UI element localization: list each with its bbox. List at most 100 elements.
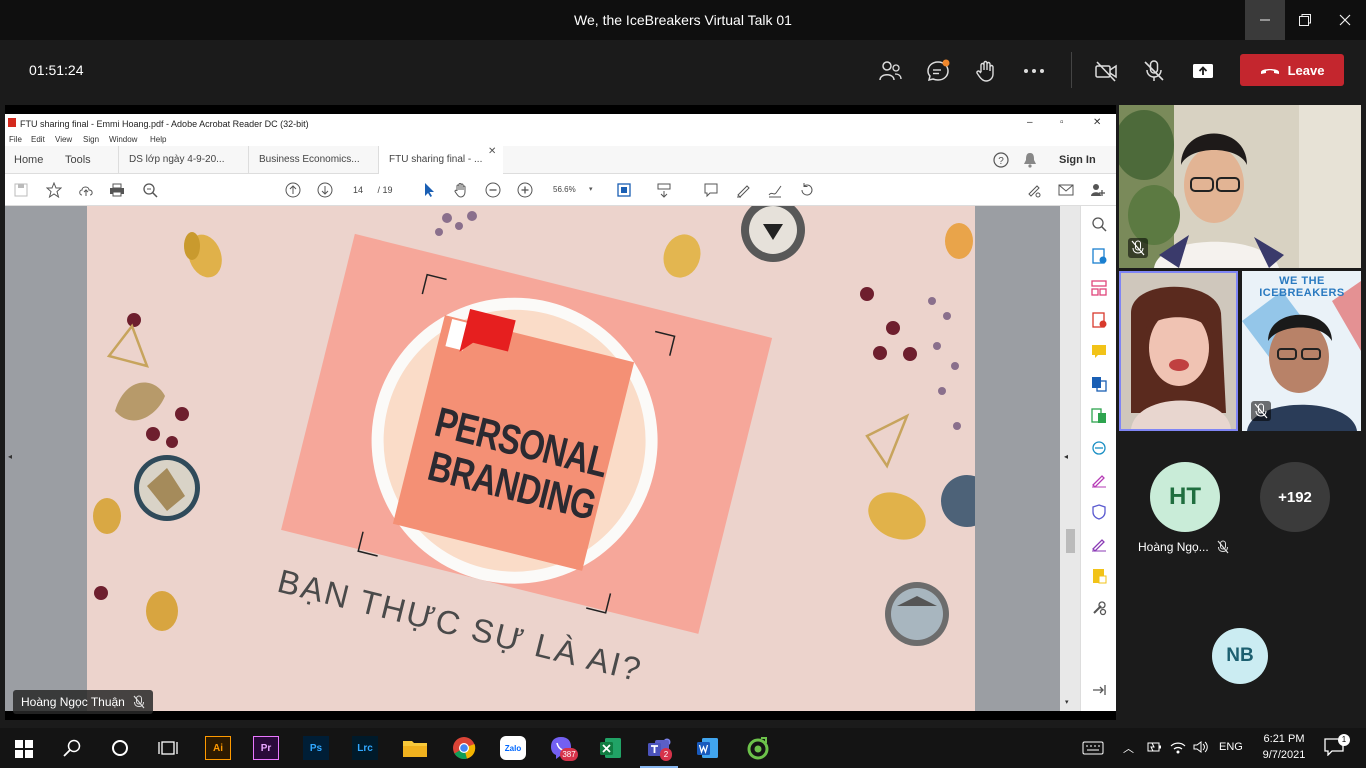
comment-pane-icon[interactable] [1091, 344, 1107, 360]
edit-pdf-icon[interactable] [1091, 408, 1107, 424]
menu-file[interactable]: File [9, 135, 22, 144]
participant-avatar-ht[interactable]: HT [1150, 462, 1220, 532]
chat-button[interactable] [925, 58, 951, 84]
zalo-app-icon[interactable]: Zalo [500, 736, 526, 760]
send-for-comments-icon[interactable] [1091, 568, 1107, 584]
create-pdf-icon[interactable] [1091, 248, 1107, 264]
acrobat-logo-icon [8, 118, 16, 127]
windows-start-icon[interactable] [15, 740, 33, 758]
scroll-mode-icon[interactable] [655, 181, 673, 199]
sign-icon[interactable] [766, 181, 784, 199]
menu-sign[interactable]: Sign [83, 135, 99, 144]
tab-home[interactable]: Home [14, 146, 43, 174]
leave-button[interactable]: Leave [1240, 54, 1344, 86]
fit-page-icon[interactable] [615, 181, 633, 199]
task-view-icon[interactable] [158, 739, 178, 757]
people-button[interactable] [877, 58, 903, 84]
combine-files-icon[interactable] [1091, 376, 1107, 392]
lightroom-classic-app-icon[interactable]: Lrc [352, 736, 378, 760]
more-participants-button[interactable]: +192 [1260, 462, 1330, 532]
raise-hand-button[interactable] [973, 58, 999, 84]
zoom-out-icon[interactable] [484, 181, 502, 199]
maximize-button[interactable] [1285, 0, 1325, 40]
close-window-button[interactable] [1325, 0, 1365, 40]
tab-tools[interactable]: Tools [65, 146, 91, 174]
tray-expand-chevron-icon[interactable]: ︿ [1123, 740, 1134, 756]
page-total: / 19 [377, 185, 393, 195]
menu-help[interactable]: Help [150, 135, 166, 144]
more-options-button[interactable] [1021, 58, 1047, 84]
zoom-pane-icon[interactable] [1091, 216, 1107, 232]
menu-edit[interactable]: Edit [31, 135, 45, 144]
left-panel-toggle-icon[interactable]: ◂ [8, 452, 12, 461]
tab-doc-ftu-sharing[interactable]: FTU sharing final - ... [378, 146, 503, 174]
participant-avatar-nb[interactable]: NB [1212, 628, 1268, 684]
email-icon[interactable] [1057, 181, 1075, 199]
page-up-icon[interactable] [284, 181, 302, 199]
participant-video-speaker[interactable] [1119, 271, 1238, 431]
menu-view[interactable]: View [55, 135, 72, 144]
highlight-pen-icon[interactable] [734, 181, 752, 199]
organize-pages-icon[interactable] [1091, 280, 1107, 296]
excel-app-icon[interactable] [599, 736, 623, 760]
scan-ocr-icon[interactable] [1091, 440, 1107, 456]
word-app-icon[interactable] [696, 736, 720, 760]
zoom-level-select[interactable]: 56.6% [543, 182, 593, 198]
camera-toggle-button[interactable] [1093, 58, 1119, 84]
minimize-button[interactable] [1245, 0, 1285, 40]
share-user-icon[interactable] [1089, 181, 1107, 199]
participant-video-guest[interactable]: WE THE ICEBREAKERS [1242, 271, 1361, 431]
acrobat-close-icon[interactable]: ✕ [1093, 117, 1101, 128]
print-icon[interactable] [108, 181, 126, 199]
rotate-icon[interactable] [798, 181, 816, 199]
zoom-search-icon[interactable] [141, 181, 159, 199]
wifi-icon[interactable] [1169, 739, 1187, 755]
premiere-app-icon[interactable]: Pr [253, 736, 279, 760]
illustrator-app-icon[interactable]: Ai [205, 736, 231, 760]
export-pdf-icon[interactable] [1091, 312, 1107, 328]
sign-in-link[interactable]: Sign In [1059, 146, 1096, 174]
close-tab-icon[interactable]: ✕ [488, 146, 496, 157]
vertical-scrollbar[interactable]: ◂ ▾ [1060, 206, 1080, 711]
star-icon[interactable] [45, 181, 63, 199]
page-down-icon[interactable] [316, 181, 334, 199]
zoom-in-icon[interactable] [516, 181, 534, 199]
participant-video-presenter[interactable] [1119, 105, 1361, 268]
keyboard-icon[interactable] [1082, 741, 1104, 755]
fill-and-sign-icon[interactable] [1091, 472, 1107, 488]
comment-icon[interactable] [702, 181, 720, 199]
share-screen-button[interactable] [1190, 58, 1216, 84]
fill-sign-icon[interactable] [1025, 181, 1043, 199]
mic-toggle-button[interactable] [1141, 58, 1167, 84]
hand-tool-icon[interactable] [452, 181, 470, 199]
greenshot-app-icon[interactable] [746, 736, 770, 760]
scroll-down-arrow-icon[interactable]: ▾ [1065, 698, 1069, 706]
page-number-input[interactable]: 14 [348, 182, 368, 198]
system-clock[interactable]: 6:21 PM 9/7/2021 [1254, 731, 1314, 763]
document-viewport[interactable]: ◂ PERSONAL BRANDING BẠN THỰC SỰ LÀ AI? ◂… [5, 206, 1080, 711]
scrollbar-thumb[interactable] [1066, 529, 1075, 553]
upload-icon[interactable] [77, 181, 95, 199]
tab-doc-ds-lop[interactable]: DS lớp ngày 4-9-20... [118, 146, 248, 174]
save-icon[interactable] [12, 181, 30, 199]
select-cursor-icon[interactable] [420, 181, 438, 199]
right-panel-collapse-icon[interactable]: ◂ [1064, 452, 1068, 461]
photoshop-app-icon[interactable]: Ps [303, 736, 329, 760]
more-tools-icon[interactable] [1091, 600, 1107, 616]
collapse-pane-icon[interactable] [1091, 682, 1107, 698]
cortana-icon[interactable] [111, 739, 129, 757]
restore-icon [1299, 14, 1311, 26]
chrome-app-icon[interactable] [452, 736, 476, 760]
menu-window[interactable]: Window [109, 135, 137, 144]
battery-icon[interactable] [1145, 740, 1163, 754]
request-signature-icon[interactable] [1091, 536, 1107, 552]
input-language[interactable]: ENG [1219, 741, 1243, 753]
protect-shield-icon[interactable] [1091, 504, 1107, 520]
acrobat-restore-icon[interactable]: ▫ [1060, 117, 1064, 128]
search-icon[interactable] [63, 739, 81, 757]
acrobat-minimize-icon[interactable]: – [1027, 117, 1033, 128]
zoom-chevron-down-icon[interactable]: ▾ [589, 185, 593, 193]
volume-icon[interactable] [1192, 740, 1210, 754]
file-explorer-icon[interactable] [402, 737, 428, 759]
tab-doc-business-economics[interactable]: Business Economics... [248, 146, 378, 174]
